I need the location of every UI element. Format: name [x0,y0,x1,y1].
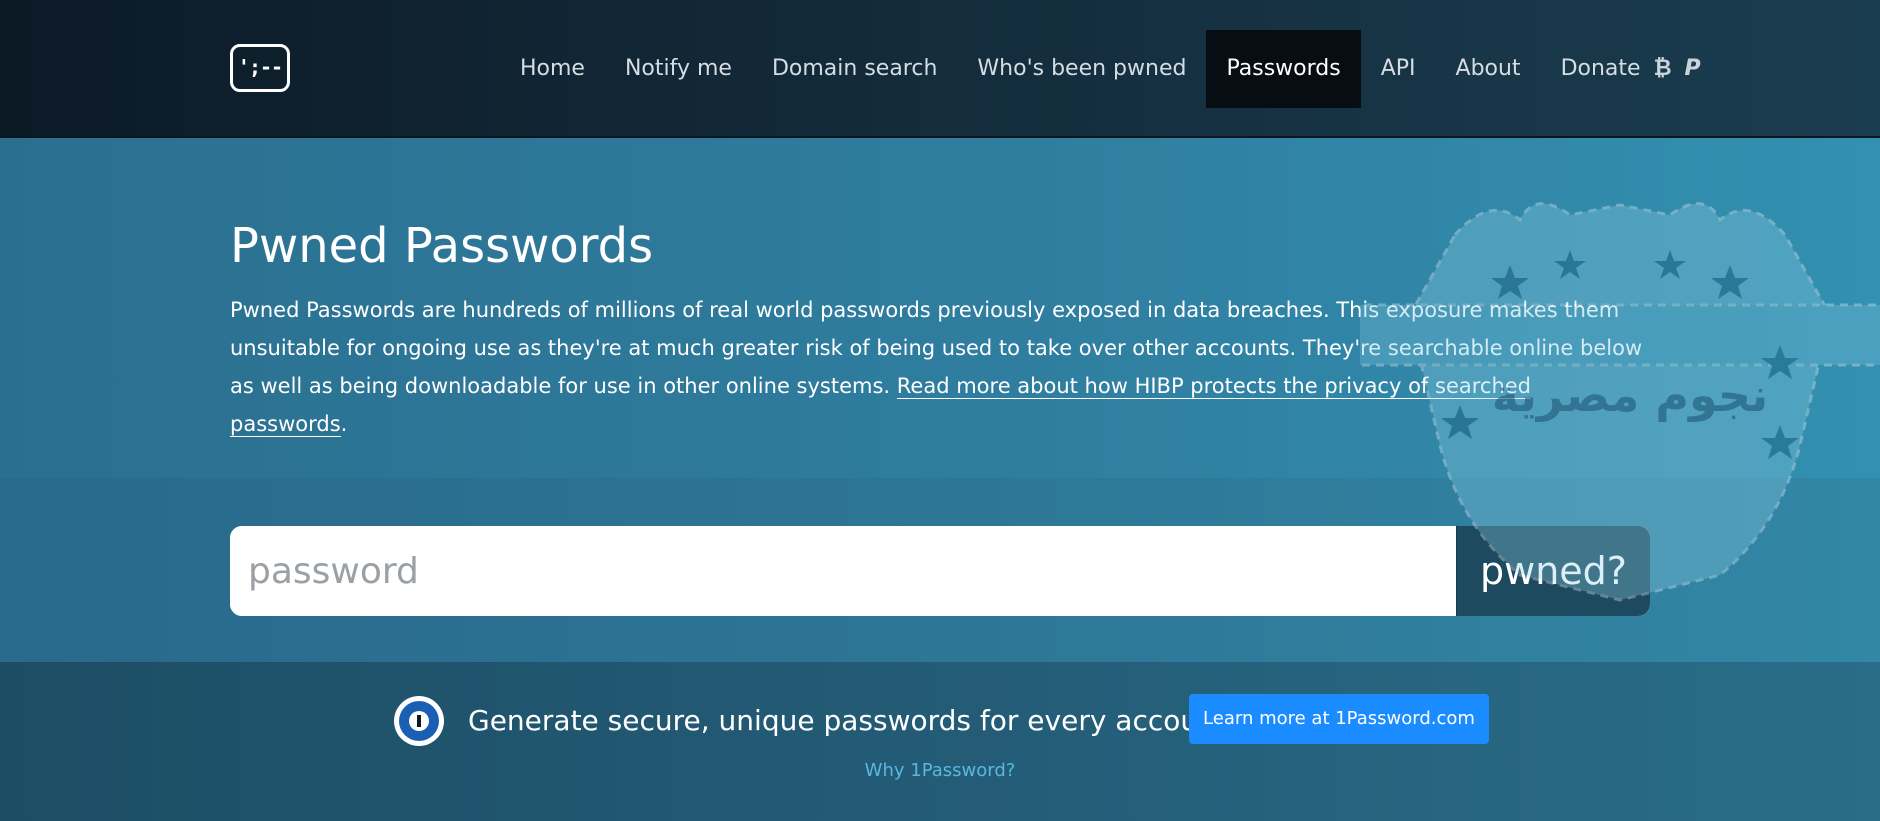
hero-description: Pwned Passwords are hundreds of millions… [230,298,1643,437]
top-navbar: ';-- Home Notify me Domain search Who's … [0,0,1880,138]
nav-whos-been-pwned[interactable]: Who's been pwned [957,30,1206,108]
nav-notify-me[interactable]: Notify me [605,30,752,108]
pwned-button[interactable]: pwned? [1456,526,1650,616]
bitcoin-icon: ₿ [1653,56,1672,81]
nav-domain-search[interactable]: Domain search [752,30,957,108]
nav-home[interactable]: Home [500,30,605,108]
search-section: pwned? [0,478,1880,662]
1password-promo: Generate secure, unique passwords for ev… [0,662,1880,821]
paypal-icon: P [1684,56,1701,81]
1password-icon [394,696,444,746]
learn-more-button[interactable]: Learn more at 1Password.com [1189,694,1489,744]
promo-text: Generate secure, unique passwords for ev… [468,704,1227,737]
site-logo[interactable]: ';-- [230,44,290,92]
nav-api[interactable]: API [1361,30,1436,108]
nav-passwords[interactable]: Passwords [1206,30,1361,108]
hero-section: Pwned Passwords Pwned Passwords are hund… [0,138,1880,478]
nav-about[interactable]: About [1436,30,1541,108]
why-1password-link[interactable]: Why 1Password? [0,760,1880,781]
page-title: Pwned Passwords [230,218,654,274]
password-search-box: pwned? [230,526,1650,616]
nav-donate-label: Donate [1560,56,1641,81]
nav-donate[interactable]: Donate ₿ P [1541,30,1721,108]
main-nav: Home Notify me Domain search Who's been … [500,30,1721,108]
password-input[interactable] [230,526,1456,616]
